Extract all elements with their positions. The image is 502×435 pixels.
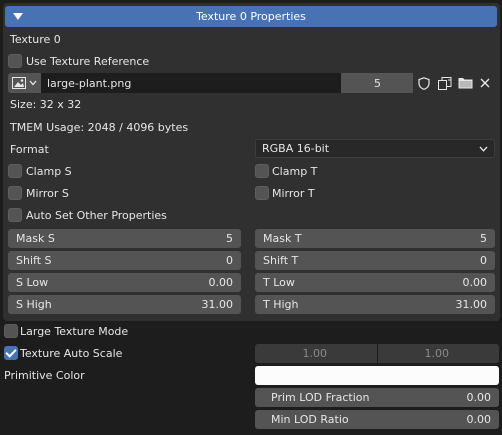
use-texture-reference-label[interactable]: Use Texture Reference [26, 55, 149, 68]
mask-s-label: Mask S [16, 232, 55, 245]
t-high-label: T High [263, 298, 299, 311]
mask-t-field[interactable]: Mask T 5 [255, 229, 495, 248]
auto-set-checkbox[interactable] [8, 208, 22, 222]
image-users-count-text: 5 [374, 76, 381, 90]
fake-user-shield-icon [418, 76, 430, 90]
auto-set-label[interactable]: Auto Set Other Properties [26, 209, 167, 222]
mirror-t-label[interactable]: Mirror T [272, 187, 315, 200]
scale-s-field[interactable]: 1.00 [255, 344, 377, 363]
large-texture-mode-checkbox[interactable] [4, 324, 18, 338]
use-texture-reference-checkbox[interactable] [8, 54, 22, 68]
unlink-image-button[interactable] [476, 73, 494, 93]
close-icon [480, 78, 490, 88]
s-low-field[interactable]: S Low 0.00 [8, 273, 241, 292]
mirror-t-checkbox[interactable] [255, 186, 269, 200]
duplicate-button[interactable] [436, 73, 454, 93]
s-low-value: 0.00 [208, 276, 234, 289]
shift-s-value: 0 [226, 254, 233, 267]
s-low-label: S Low [16, 276, 49, 289]
clamp-t-label[interactable]: Clamp T [272, 165, 317, 178]
texture-auto-scale-label[interactable]: Texture Auto Scale [20, 347, 122, 360]
open-image-button[interactable] [456, 73, 474, 93]
scale-s-value: 1.00 [302, 347, 328, 360]
s-high-field[interactable]: S High 31.00 [8, 295, 241, 314]
mask-s-value: 5 [226, 232, 233, 245]
t-low-label: T Low [263, 276, 295, 289]
t-high-value: 31.00 [455, 298, 488, 311]
tmem-usage-info: TMEM Usage: 2048 / 4096 bytes [10, 121, 189, 134]
format-label: Format [10, 143, 49, 156]
primitive-color-swatch[interactable] [255, 366, 499, 385]
image-users-count[interactable]: 5 [341, 73, 413, 93]
shift-t-label: Shift T [263, 254, 299, 267]
fake-user-button[interactable] [415, 73, 433, 93]
mask-t-label: Mask T [263, 232, 302, 245]
mask-t-value: 5 [480, 232, 487, 245]
mirror-s-checkbox[interactable] [8, 186, 22, 200]
shift-s-label: Shift S [16, 254, 52, 267]
mask-s-field[interactable]: Mask S 5 [8, 229, 241, 248]
panel-title: Texture 0 Properties [196, 10, 306, 23]
clamp-s-checkbox[interactable] [8, 164, 22, 178]
image-name-text: large-plant.png [47, 76, 132, 90]
texture-label: Texture 0 [10, 33, 61, 46]
s-high-value: 31.00 [201, 298, 234, 311]
clamp-t-checkbox[interactable] [255, 164, 269, 178]
t-low-field[interactable]: T Low 0.00 [255, 273, 495, 292]
shift-s-field[interactable]: Shift S 0 [8, 251, 241, 270]
prim-lod-fraction-value: 0.00 [466, 391, 492, 404]
image-browse-button[interactable] [8, 73, 41, 93]
chevron-down-icon [29, 80, 37, 86]
clamp-s-label[interactable]: Clamp S [26, 165, 72, 178]
duplicate-icon [438, 76, 452, 90]
shift-t-value: 0 [480, 254, 487, 267]
prim-lod-fraction-label: Prim LOD Fraction [271, 391, 370, 404]
min-lod-ratio-value: 0.00 [466, 413, 492, 426]
folder-icon [458, 77, 473, 89]
primitive-color-label: Primitive Color [4, 369, 85, 382]
format-value: RGBA 16-bit [262, 142, 330, 155]
large-texture-mode-label[interactable]: Large Texture Mode [20, 325, 128, 338]
size-info: Size: 32 x 32 [10, 98, 82, 111]
image-icon [12, 77, 26, 89]
min-lod-ratio-label: Min LOD Ratio [271, 413, 349, 426]
shift-t-field[interactable]: Shift T 0 [255, 251, 495, 270]
format-select[interactable]: RGBA 16-bit [255, 139, 495, 158]
collapse-triangle-icon[interactable] [13, 13, 23, 20]
texture-auto-scale-checkbox[interactable] [4, 346, 18, 360]
t-low-value: 0.00 [462, 276, 488, 289]
image-name-field[interactable]: large-plant.png [41, 73, 341, 93]
s-high-label: S High [16, 298, 52, 311]
min-lod-ratio-field[interactable]: Min LOD Ratio 0.00 [255, 410, 499, 429]
scale-t-field[interactable]: 1.00 [378, 344, 499, 363]
mirror-s-label[interactable]: Mirror S [26, 187, 69, 200]
scale-t-value: 1.00 [424, 347, 450, 360]
t-high-field[interactable]: T High 31.00 [255, 295, 495, 314]
panel-header[interactable]: Texture 0 Properties [5, 6, 497, 27]
chevron-down-icon [479, 146, 488, 152]
prim-lod-fraction-field[interactable]: Prim LOD Fraction 0.00 [255, 388, 499, 407]
